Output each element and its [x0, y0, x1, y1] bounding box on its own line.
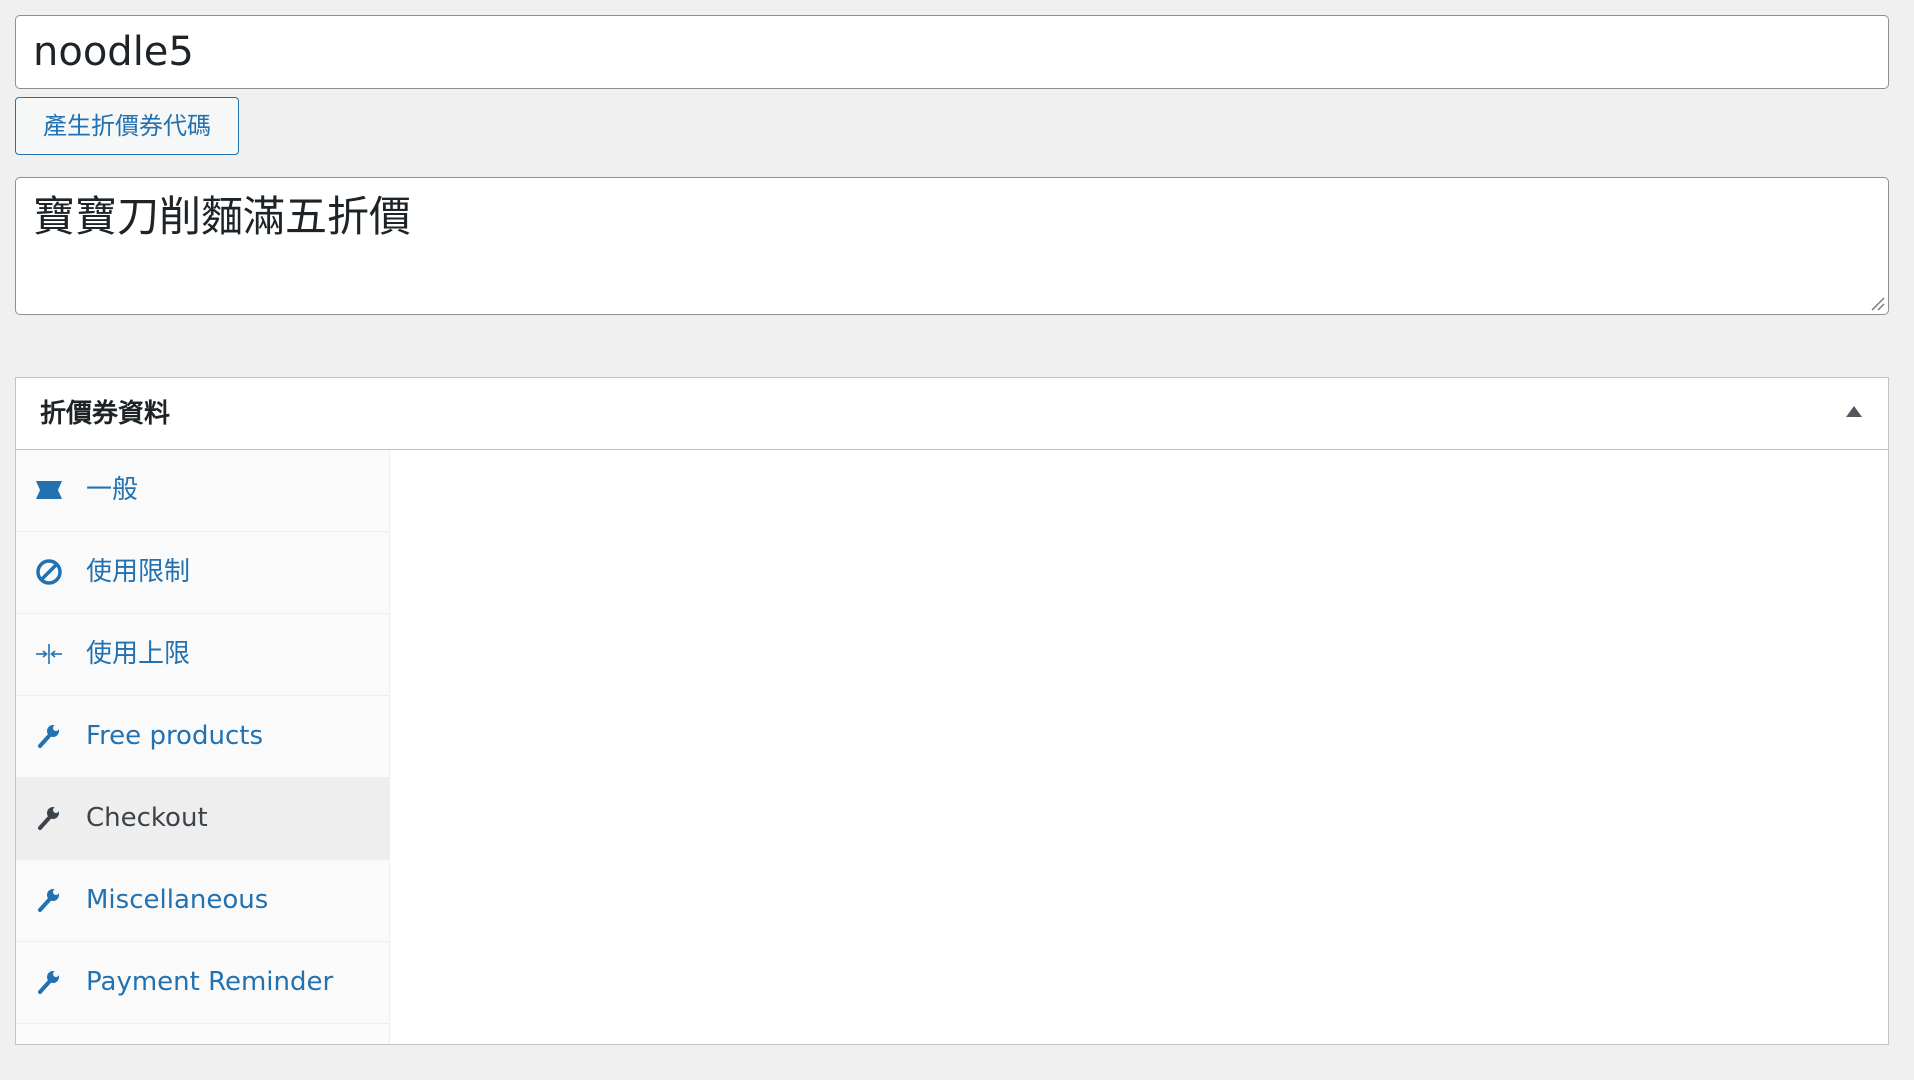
tab-miscellaneous[interactable]: Miscellaneous: [16, 860, 389, 942]
arrows-in-icon: [34, 639, 64, 669]
tab-panel-content: [390, 450, 1888, 1044]
tab-usage-limits[interactable]: 使用上限: [16, 614, 389, 696]
metabox-title: 折價券資料: [40, 399, 171, 429]
wrench-icon: [34, 967, 64, 997]
tab-label: Payment Reminder: [86, 967, 334, 997]
coupon-data-tabs: 一般 使用限制 使用上限 Free products Checkout Misc…: [16, 450, 390, 1044]
tab-label: Checkout: [86, 803, 208, 833]
tab-label: 一般: [86, 475, 139, 505]
coupon-data-metabox: 折價券資料 一般 使用限制 使用上限 Free products Checkou…: [15, 377, 1889, 1045]
tab-payment-reminder[interactable]: Payment Reminder: [16, 942, 389, 1024]
tab-usage-restriction[interactable]: 使用限制: [16, 532, 389, 614]
metabox-header[interactable]: 折價券資料: [16, 378, 1888, 450]
tab-label: Free products: [86, 721, 263, 751]
coupon-code-input[interactable]: [15, 15, 1889, 89]
tab-free-products[interactable]: Free products: [16, 696, 389, 778]
tab-label: Miscellaneous: [86, 885, 269, 915]
no-entry-icon: [34, 557, 64, 587]
ticket-icon: [34, 475, 64, 505]
resize-grip-icon[interactable]: [1869, 295, 1885, 311]
tab-label: 使用上限: [86, 639, 191, 669]
collapse-arrow-icon[interactable]: [1846, 406, 1862, 417]
wrench-icon: [34, 885, 64, 915]
generate-coupon-code-button[interactable]: 產生折價券代碼: [15, 97, 239, 155]
wrench-icon: [34, 803, 64, 833]
coupon-description-textarea[interactable]: 寶寶刀削麵滿五折價: [15, 177, 1889, 315]
tab-checkout[interactable]: Checkout: [16, 778, 389, 860]
tab-general[interactable]: 一般: [16, 450, 389, 532]
tab-label: 使用限制: [86, 557, 191, 587]
wrench-icon: [34, 721, 64, 751]
